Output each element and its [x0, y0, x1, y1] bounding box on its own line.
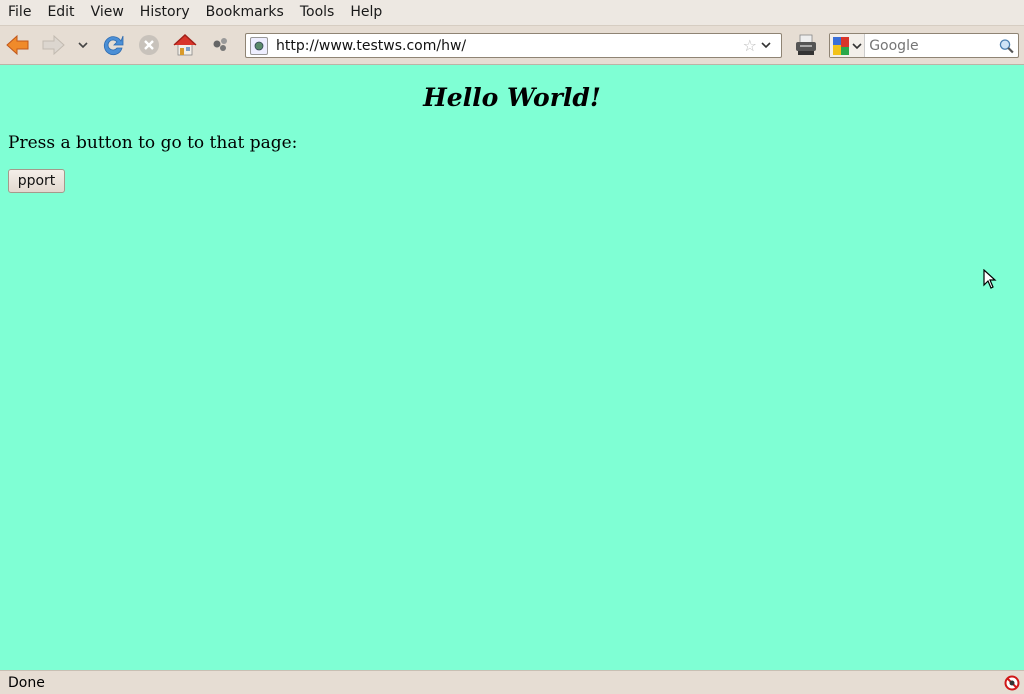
printer-icon — [796, 34, 816, 55]
back-arrow-icon — [6, 34, 29, 56]
reload-icon — [103, 35, 124, 56]
page-instruction: Press a button to go to that page: — [8, 133, 298, 153]
url-dropdown-icon[interactable] — [761, 39, 777, 52]
history-dropdown-button[interactable] — [72, 32, 94, 58]
bookmark-star-icon[interactable]: ☆ — [743, 36, 757, 55]
reload-button[interactable] — [101, 32, 127, 58]
stop-icon — [139, 35, 159, 55]
menu-history[interactable]: History — [132, 0, 198, 25]
chevron-down-icon — [78, 42, 88, 49]
navigation-toolbar: http://www.testws.com/hw/ ☆ — [0, 25, 1024, 65]
menu-file[interactable]: File — [0, 0, 39, 25]
page-content: Hello World! Press a button to go to tha… — [0, 65, 1024, 670]
forward-arrow-icon — [42, 34, 65, 56]
url-input[interactable]: http://www.testws.com/hw/ — [276, 38, 743, 54]
menu-bookmarks[interactable]: Bookmarks — [198, 0, 292, 25]
site-identity-icon[interactable] — [250, 36, 268, 55]
throbber-button — [208, 32, 234, 58]
menu-bar: File Edit View History Bookmarks Tools H… — [0, 0, 1024, 25]
google-icon — [832, 36, 849, 55]
throbber-icon — [213, 38, 227, 51]
search-icon[interactable] — [999, 38, 1014, 54]
search-input[interactable] — [869, 37, 1000, 54]
home-button[interactable] — [172, 32, 198, 58]
print-button[interactable] — [793, 32, 819, 58]
forward-button[interactable] — [40, 32, 66, 58]
search-engine-selector[interactable] — [830, 34, 866, 57]
blocked-icon[interactable] — [1004, 675, 1020, 691]
menu-edit[interactable]: Edit — [39, 0, 82, 25]
url-bar[interactable]: http://www.testws.com/hw/ ☆ — [245, 33, 782, 58]
menu-tools[interactable]: Tools — [292, 0, 343, 25]
menu-help[interactable]: Help — [342, 0, 390, 25]
chevron-down-icon — [852, 42, 862, 49]
status-text: Done — [8, 674, 45, 691]
home-icon — [173, 34, 197, 56]
menu-view[interactable]: View — [83, 0, 132, 25]
search-bar[interactable] — [829, 33, 1019, 58]
stop-button[interactable] — [136, 32, 162, 58]
back-button[interactable] — [5, 32, 31, 58]
page-heading: Hello World! — [423, 83, 601, 112]
status-bar: Done — [0, 670, 1024, 694]
pport-button[interactable]: pport — [8, 169, 65, 193]
mouse-cursor-icon — [983, 269, 997, 289]
